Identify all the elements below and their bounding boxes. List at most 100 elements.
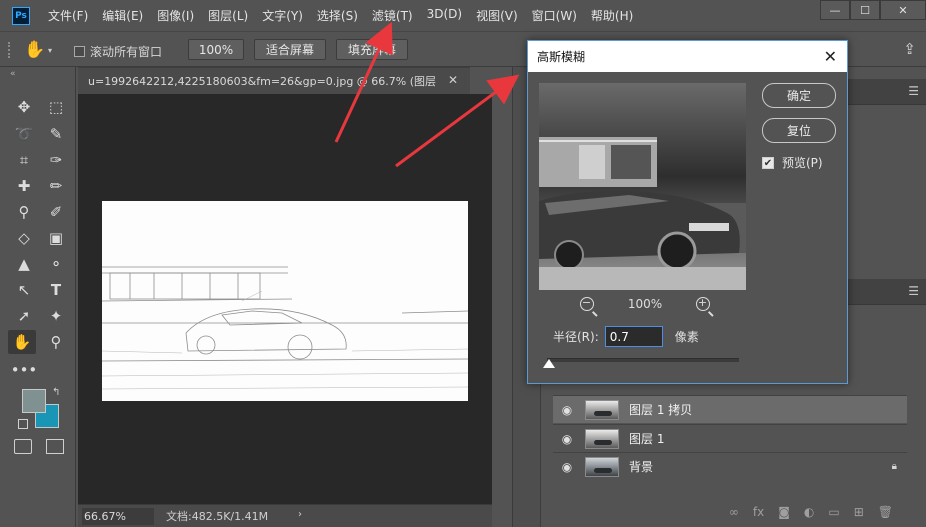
marquee-tool-icon[interactable]: ⬚: [42, 95, 70, 119]
radius-input[interactable]: [604, 326, 663, 347]
quick-mask-icon[interactable]: [14, 439, 32, 454]
ok-button[interactable]: 确定: [762, 83, 836, 108]
layers-panel-menu-icon[interactable]: ☰: [908, 284, 919, 298]
zoom-out-icon[interactable]: −: [580, 296, 594, 311]
menu-help[interactable]: 帮助(H): [591, 7, 633, 24]
eraser-tool-icon[interactable]: ◇: [10, 226, 38, 250]
zoom-100-button[interactable]: 100%: [188, 39, 244, 60]
options-bar-grip[interactable]: [8, 42, 12, 58]
menu-filter[interactable]: 滤镜(T): [372, 7, 413, 24]
clone-stamp-tool-icon[interactable]: ⚲: [10, 200, 38, 224]
crop-tool-icon[interactable]: ⌗: [10, 148, 38, 172]
window-controls: — ☐ ✕: [820, 0, 926, 20]
fill-screen-button[interactable]: 填充屏幕: [336, 39, 408, 60]
screen-mode-icon[interactable]: [46, 439, 64, 454]
custom-shape-tool-icon[interactable]: ✦: [42, 304, 70, 328]
close-icon[interactable]: ✕: [448, 73, 458, 87]
scroll-all-checkbox[interactable]: [74, 46, 85, 57]
path-selection-tool-icon[interactable]: ↖: [10, 278, 38, 302]
layer-row[interactable]: ◉ 图层 1 拷贝: [553, 395, 907, 423]
dialog-title-bar[interactable]: 高斯模糊 ✕: [528, 41, 847, 72]
menu-select[interactable]: 选择(S): [317, 7, 358, 24]
radius-label: 半径(R):: [553, 330, 599, 344]
reset-button[interactable]: 复位: [762, 118, 836, 143]
lasso-tool-icon[interactable]: ➰: [10, 122, 38, 146]
close-icon[interactable]: ✕: [824, 47, 837, 66]
fit-screen-button[interactable]: 适合屏幕: [254, 39, 326, 60]
panel-menu-icon[interactable]: ☰: [908, 84, 919, 98]
layer-row[interactable]: ◉ 图层 1: [553, 424, 907, 452]
blur-preview[interactable]: [539, 83, 746, 290]
more-tools-icon[interactable]: •••: [10, 358, 38, 382]
gaussian-blur-dialog: 高斯模糊 ✕ − 100% + 确定 复位 ✔ 预览(P) 半径(R): 0.7…: [527, 40, 848, 384]
hand-tool-icon[interactable]: ✋: [8, 330, 36, 354]
brush-tool-icon[interactable]: ✏: [42, 174, 70, 198]
layer-row[interactable]: ◉ 背景 🔒︎: [553, 452, 907, 480]
move-tool-icon[interactable]: ✥: [10, 95, 38, 119]
menu-3d[interactable]: 3D(D): [427, 7, 462, 24]
menu-view[interactable]: 视图(V): [476, 7, 518, 24]
status-bar: 66.67% 文档:482.5K/1.41M ›: [78, 504, 492, 527]
menu-layer[interactable]: 图层(L): [208, 7, 248, 24]
document-tab[interactable]: u=1992642212,4225180603&fm=26&gp=0.jpg @…: [78, 67, 470, 94]
dodge-tool-icon[interactable]: ⚬: [42, 252, 70, 276]
photoshop-logo: Ps: [12, 6, 30, 25]
quick-select-tool-icon[interactable]: ✎: [42, 122, 70, 146]
menu-type[interactable]: 文字(Y): [262, 7, 303, 24]
chevron-right-icon[interactable]: ›: [298, 509, 302, 520]
zoom-level-field[interactable]: 66.67%: [82, 507, 154, 525]
visibility-eye-icon[interactable]: ◉: [553, 403, 581, 417]
layer-name: 背景: [629, 460, 654, 474]
layer-style-icon[interactable]: fx: [753, 505, 764, 519]
healing-brush-tool-icon[interactable]: ✚: [10, 174, 38, 198]
preview-label: 预览(P): [782, 156, 823, 170]
hand-tool-preset-icon[interactable]: ✋: [24, 40, 45, 60]
share-icon[interactable]: ⇪: [903, 40, 916, 58]
gradient-tool-icon[interactable]: ▣: [42, 226, 70, 250]
delete-layer-icon[interactable]: 🗑︎: [878, 505, 893, 519]
menu-window[interactable]: 窗口(W): [532, 7, 577, 24]
new-layer-icon[interactable]: ⊞: [854, 505, 864, 519]
link-layers-icon[interactable]: ∞: [729, 505, 739, 519]
history-brush-tool-icon[interactable]: ✐: [42, 200, 70, 224]
type-tool-icon[interactable]: T: [42, 278, 70, 302]
collapse-toolbar-icon[interactable]: «: [10, 69, 16, 79]
document-size-info: 文档:482.5K/1.41M: [166, 510, 269, 523]
add-mask-icon[interactable]: ◙: [778, 505, 790, 519]
layer-thumbnail: [585, 399, 619, 420]
minimize-button[interactable]: —: [820, 0, 850, 20]
preview-zoom-controls: − 100% +: [580, 296, 710, 311]
direct-selection-tool-icon[interactable]: ➚: [10, 304, 38, 328]
layers-footer: ∞ fx ◙ ◐ ▭ ⊞ 🗑︎: [553, 500, 907, 524]
visibility-eye-icon[interactable]: ◉: [553, 432, 581, 446]
chevron-down-icon[interactable]: ▾: [48, 46, 52, 55]
new-group-icon[interactable]: ▭: [828, 505, 839, 519]
maximize-button[interactable]: ☐: [850, 0, 880, 20]
sketch-image: [102, 201, 468, 401]
menu-image[interactable]: 图像(I): [157, 7, 194, 24]
scroll-all-windows-option[interactable]: 滚动所有窗口: [74, 43, 162, 60]
document-image: [102, 201, 468, 401]
radius-slider-track[interactable]: [547, 358, 739, 362]
preview-zoom-level: 100%: [627, 297, 663, 311]
scroll-all-label: 滚动所有窗口: [90, 45, 163, 59]
zoom-tool-icon[interactable]: ⚲: [42, 330, 70, 354]
radius-unit: 像素: [674, 330, 699, 344]
canvas-area[interactable]: [78, 94, 492, 504]
blur-tool-icon[interactable]: ▲: [10, 252, 38, 276]
menu-items: 文件(F) 编辑(E) 图像(I) 图层(L) 文字(Y) 选择(S) 滤镜(T…: [48, 7, 647, 24]
zoom-in-icon[interactable]: +: [696, 296, 710, 311]
preview-checkbox[interactable]: ✔ 预览(P): [762, 154, 823, 171]
visibility-eye-icon[interactable]: ◉: [553, 460, 581, 474]
menu-edit[interactable]: 编辑(E): [102, 7, 143, 24]
radius-slider-thumb[interactable]: [543, 359, 555, 368]
foreground-color-swatch[interactable]: [22, 389, 46, 413]
checkmark-icon[interactable]: ✔: [762, 156, 774, 169]
swap-colors-icon[interactable]: ↰: [52, 387, 60, 398]
close-window-button[interactable]: ✕: [880, 0, 926, 20]
menu-file[interactable]: 文件(F): [48, 7, 88, 24]
tools-panel: « ✥ ⬚ ➰ ✎ ⌗ ✑ ✚ ✏ ⚲ ✐ ◇ ▣ ▲ ⚬ ↖ T ➚ ✦ ✋ …: [0, 67, 76, 527]
adjustment-layer-icon[interactable]: ◐: [804, 505, 814, 519]
default-colors-icon[interactable]: [18, 419, 28, 429]
eyedropper-tool-icon[interactable]: ✑: [42, 148, 70, 172]
